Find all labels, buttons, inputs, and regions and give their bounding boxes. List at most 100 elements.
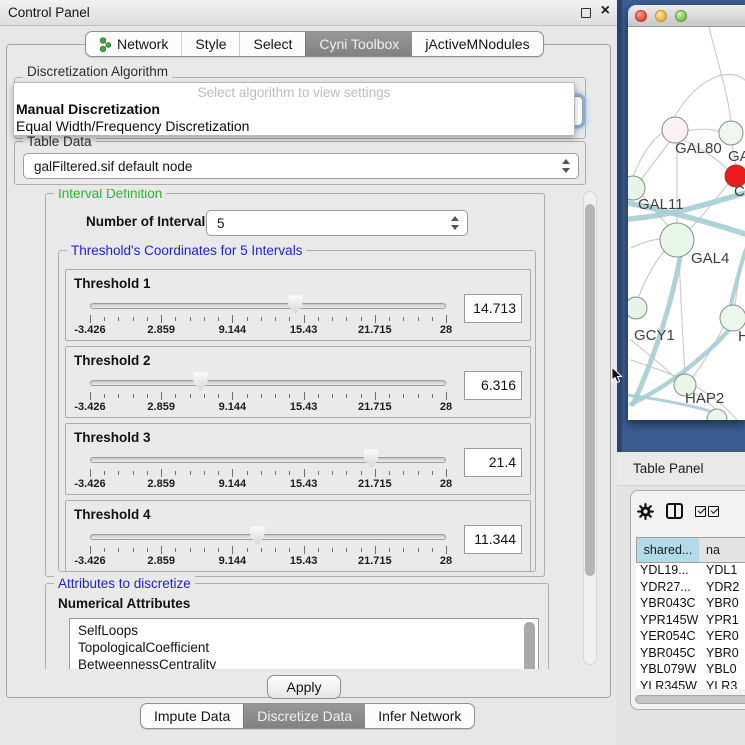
scale-tick-label: 2.859 xyxy=(147,478,175,490)
network-edge[interactable] xyxy=(639,247,669,296)
table-row[interactable]: YBL079WYBL0 xyxy=(636,662,745,679)
numerical-attributes-list[interactable]: SelfLoopsTopologicalCoefficientBetweenne… xyxy=(69,618,539,669)
attribute-list-item[interactable]: SelfLoops xyxy=(70,622,538,639)
table-row[interactable]: YBR043CYBR0 xyxy=(636,596,745,613)
threshold-value-field[interactable]: 21.4 xyxy=(464,448,522,477)
cell-shared-name[interactable]: YLR345W xyxy=(636,679,699,690)
threshold-value-field[interactable]: 14.713 xyxy=(464,294,522,323)
tab-impute-data-label: Impute Data xyxy=(154,708,230,724)
network-node[interactable] xyxy=(719,121,743,145)
cell-shared-name[interactable]: YER054C xyxy=(636,629,699,646)
zoom-window-icon[interactable] xyxy=(675,10,687,22)
cytoscape-desktop: GAL80GACGAL11GAL4GCY1HHAP2 xyxy=(617,0,745,452)
cell-name[interactable]: YBR0 xyxy=(699,596,745,613)
settings-scrollpane: Interval Definition Number of Intervals … xyxy=(15,189,601,669)
close-window-icon[interactable] xyxy=(635,10,647,22)
cell-shared-name[interactable]: YPR145W xyxy=(636,613,699,630)
network-node[interactable] xyxy=(628,297,647,319)
tab-style[interactable]: Style xyxy=(181,32,239,56)
threshold-slider-handle[interactable] xyxy=(363,449,379,468)
network-edge[interactable] xyxy=(641,141,670,180)
network-edge[interactable] xyxy=(679,257,685,374)
cell-name[interactable]: YDR2 xyxy=(699,580,745,597)
threshold-slider-track[interactable] xyxy=(90,380,446,386)
apply-button[interactable]: Apply xyxy=(267,675,341,699)
split-view-icon[interactable] xyxy=(666,503,683,519)
scale-tick-label: 2.859 xyxy=(147,324,175,336)
cell-shared-name[interactable]: YBR043C xyxy=(636,596,699,613)
cell-name[interactable]: YBL0 xyxy=(699,662,745,679)
scale-tick-label: 28 xyxy=(440,324,452,336)
float-window-icon[interactable] xyxy=(581,8,591,18)
threshold-slider-handle[interactable] xyxy=(287,295,303,314)
cell-name[interactable]: YPR1 xyxy=(699,613,745,630)
table-horizontal-scrollbar[interactable] xyxy=(635,695,745,704)
number-of-intervals-value: 5 xyxy=(217,216,225,231)
network-canvas[interactable]: GAL80GACGAL11GAL4GCY1HHAP2 xyxy=(628,27,745,420)
attributes-list-scrollbar[interactable] xyxy=(524,622,535,669)
slider-scale-labels: -3.4262.8599.14415.4321.71528 xyxy=(90,324,446,336)
tab-select[interactable]: Select xyxy=(239,32,305,56)
threshold-slider-track[interactable] xyxy=(90,303,446,309)
threshold-panel: Threshold 3 -3.4262.8599.14415.4321.7152… xyxy=(65,423,531,495)
table-row[interactable]: YER054CYER0 xyxy=(636,629,745,646)
threshold-slider-handle[interactable] xyxy=(249,526,265,545)
network-node[interactable] xyxy=(660,223,694,257)
table-row[interactable]: YBR045CYBR0 xyxy=(636,646,745,663)
network-icon xyxy=(99,37,112,52)
network-edge-thick[interactable] xyxy=(731,252,745,305)
checkbox-icon[interactable] xyxy=(708,506,719,517)
cell-name[interactable]: YDL1 xyxy=(699,563,745,580)
table-row[interactable]: YPR145WYPR1 xyxy=(636,613,745,630)
popup-option-manual-discretization[interactable]: Manual Discretization xyxy=(14,101,574,118)
threshold-slider-track[interactable] xyxy=(90,457,446,463)
column-header-name[interactable]: na xyxy=(699,537,745,563)
cell-shared-name[interactable]: YDL19... xyxy=(636,563,699,580)
scale-tick-label: 15.43 xyxy=(290,478,318,490)
tab-infer-network[interactable]: Infer Network xyxy=(365,704,474,728)
tab-discretize-data[interactable]: Discretize Data xyxy=(243,704,365,728)
table-data-group: Table Data galFiltered.sif default node xyxy=(14,141,586,185)
network-edge[interactable] xyxy=(686,129,720,132)
threshold-value-field[interactable]: 11.344 xyxy=(464,525,522,554)
table-row[interactable]: YLR345WYLR3 xyxy=(636,679,745,690)
interval-definition-title: Interval Definition xyxy=(54,189,166,201)
threshold-slider-track[interactable] xyxy=(90,534,446,540)
settings-scrollbar-track[interactable] xyxy=(583,191,597,665)
node-label: GAL4 xyxy=(691,250,729,267)
cell-name[interactable]: YBR0 xyxy=(699,646,745,663)
tab-impute-data[interactable]: Impute Data xyxy=(141,704,243,728)
table-row[interactable]: YDR27...YDR2 xyxy=(636,580,745,597)
number-of-intervals-combobox[interactable]: 5 xyxy=(206,210,468,236)
popup-option-equal-width-frequency[interactable]: Equal Width/Frequency Discretization xyxy=(14,118,574,135)
threshold-label: Threshold 1 xyxy=(74,276,151,291)
cell-shared-name[interactable]: YBR045C xyxy=(636,646,699,663)
tab-jactivemnodules[interactable]: jActiveMNodules xyxy=(412,32,542,56)
attribute-list-item[interactable]: BetweennessCentrality xyxy=(70,656,538,669)
cell-shared-name[interactable]: YDR27... xyxy=(636,580,699,597)
threshold-value-field[interactable]: 6.316 xyxy=(464,371,522,400)
column-header-shared-name[interactable]: shared... xyxy=(636,537,700,563)
number-of-intervals-label: Number of Intervals xyxy=(86,214,213,229)
checkbox-icon[interactable] xyxy=(695,506,706,517)
table-row[interactable]: YDL19...YDL1 xyxy=(636,563,745,580)
cell-shared-name[interactable]: YBL079W xyxy=(636,662,699,679)
cell-name[interactable]: YER0 xyxy=(699,629,745,646)
algorithm-popup-prompt: Select algorithm to view settings xyxy=(14,83,574,101)
gear-icon[interactable] xyxy=(637,503,654,520)
settings-scrollbar-thumb[interactable] xyxy=(585,204,595,576)
tab-cyni-toolbox[interactable]: Cyni Toolbox xyxy=(305,32,412,56)
threshold-slider-handle[interactable] xyxy=(192,372,208,391)
minimize-window-icon[interactable] xyxy=(655,10,667,22)
table-data-combobox[interactable]: galFiltered.sif default node xyxy=(23,153,579,179)
slider-ticks xyxy=(90,469,446,477)
cell-name[interactable]: YLR3 xyxy=(699,679,745,690)
threshold-label: Threshold 4 xyxy=(74,507,151,522)
close-icon[interactable]: × xyxy=(601,2,610,20)
tab-network[interactable]: Network xyxy=(86,32,181,56)
threshold-coordinates-title: Threshold's Coordinates for 5 Intervals xyxy=(67,243,306,258)
threshold-panel: Threshold 1 -3.4262.8599.14415.4321.7152… xyxy=(65,269,531,341)
attribute-list-item[interactable]: TopologicalCoefficient xyxy=(70,639,538,656)
network-edge[interactable] xyxy=(675,74,745,116)
network-window: GAL80GACGAL11GAL4GCY1HHAP2 xyxy=(628,5,745,420)
